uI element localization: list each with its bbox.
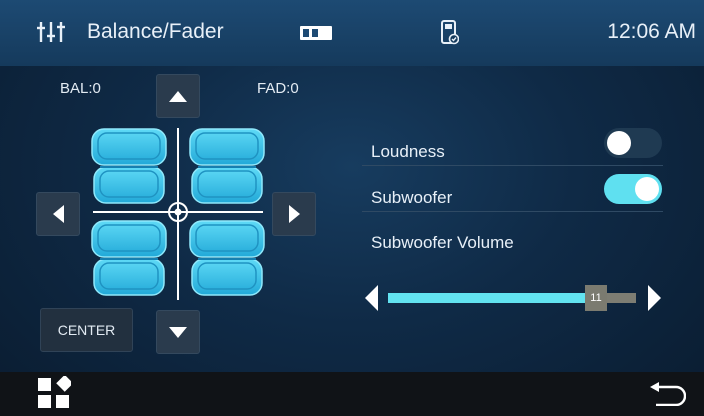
volume-increase-icon[interactable] (648, 285, 661, 316)
slider-thumb[interactable]: 11 (585, 285, 607, 311)
back-icon[interactable] (650, 382, 687, 411)
slider-value: 11 (590, 292, 602, 304)
loudness-toggle[interactable] (604, 128, 662, 158)
seat-rear-left (91, 220, 167, 296)
subwoofer-toggle-knob (635, 177, 659, 201)
seat-front-left (91, 128, 167, 204)
loudness-toggle-knob (607, 131, 631, 155)
seat-rear-right (189, 220, 265, 296)
bottom-bar (0, 372, 704, 416)
subwoofer-toggle[interactable] (604, 174, 662, 204)
divider (362, 211, 663, 212)
subwoofer-volume-label: Subwoofer Volume (371, 233, 514, 252)
apps-grid-icon[interactable] (37, 374, 74, 415)
slider-fill (388, 293, 596, 303)
seat-diagram[interactable] (0, 0, 704, 416)
subwoofer-volume-slider[interactable]: 11 (388, 285, 636, 311)
seat-front-right (189, 128, 265, 204)
screen: Balance/Fader 12:06 AM BAL:0 FAD:0 CENTE… (0, 0, 704, 416)
volume-decrease-icon[interactable] (365, 285, 378, 316)
loudness-label: Loudness (371, 142, 445, 161)
divider (362, 165, 663, 166)
subwoofer-label: Subwoofer (371, 188, 453, 207)
